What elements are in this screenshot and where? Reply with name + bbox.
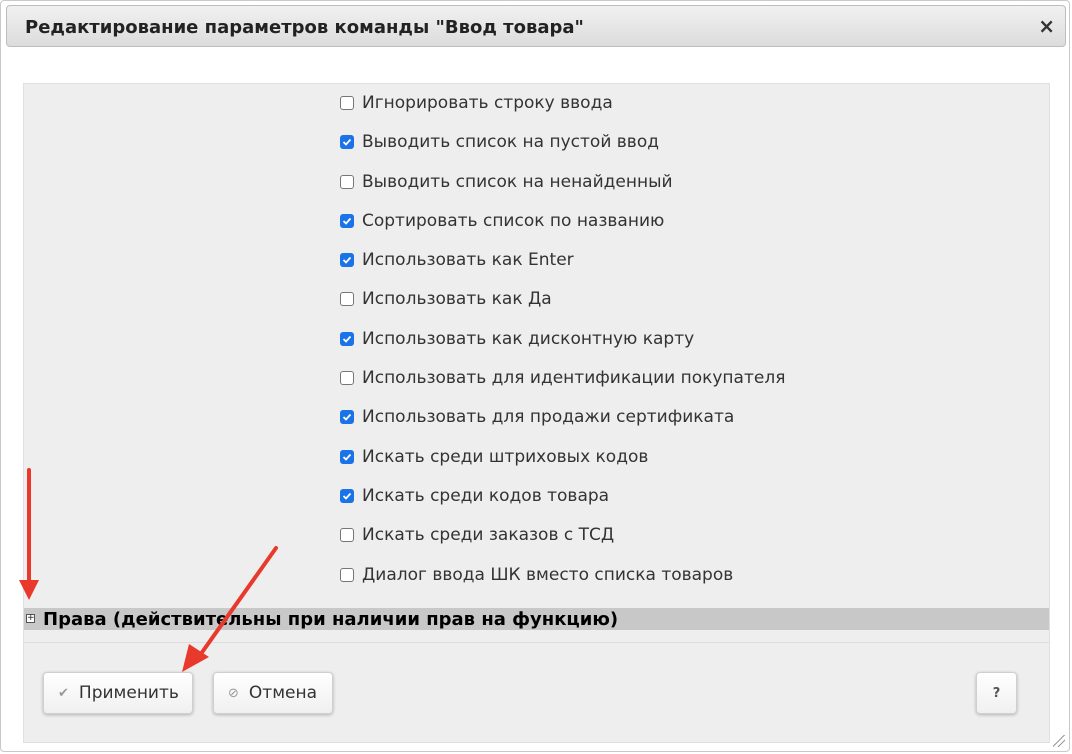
option-row[interactable]: Диалог ввода ШК вместо списка товаров [340,565,733,585]
checkmark-icon [342,413,352,421]
check-icon: ✔ [58,685,69,701]
checkmark-icon [342,217,352,225]
option-checkbox[interactable] [340,175,354,189]
option-row[interactable]: Искать среди штриховых кодов [340,447,648,467]
help-button[interactable]: ? [976,672,1017,714]
option-checkbox[interactable] [340,135,354,149]
option-checkbox[interactable] [340,332,354,346]
option-checkbox[interactable] [340,96,354,110]
option-row[interactable]: Использовать для продажи сертификата [340,407,734,427]
option-label[interactable]: Диалог ввода ШК вместо списка товаров [362,565,733,585]
option-row[interactable]: Игнорировать строку ввода [340,93,613,113]
option-checkbox[interactable] [340,214,354,228]
option-label[interactable]: Использовать для идентификации покупател… [362,368,785,388]
edit-command-dialog: Редактирование параметров команды "Ввод … [0,0,1070,752]
option-checkbox[interactable] [340,528,354,542]
option-label[interactable]: Использовать как Enter [362,250,574,270]
checkmark-icon [342,492,352,500]
option-row[interactable]: Выводить список на ненайденный [340,172,673,192]
option-row[interactable]: Использовать как дисконтную карту [340,329,694,349]
dialog-title: Редактирование параметров команды "Ввод … [25,17,584,38]
dialog-content: Игнорировать строку ввода Выводить список… [23,83,1050,743]
checkmark-icon [342,335,352,343]
checkmark-icon [342,138,352,146]
rights-section-title: Права (действительны при наличии прав на… [43,609,619,630]
cancel-button[interactable]: ⊘ Отмена [213,672,333,714]
option-label[interactable]: Использовать как Да [362,289,552,309]
ban-icon: ⊘ [228,685,239,701]
option-row[interactable]: Выводить список на пустой ввод [340,132,659,152]
option-label[interactable]: Сортировать список по названию [362,211,664,231]
option-row[interactable]: Искать среди кодов товара [340,486,609,506]
apply-button[interactable]: ✔ Применить [43,672,193,714]
option-row[interactable]: Использовать как Да [340,289,552,309]
option-checkbox[interactable] [340,253,354,267]
option-row[interactable]: Искать среди заказов с ТСД [340,525,614,545]
option-checkbox[interactable] [340,292,354,306]
option-label[interactable]: Выводить список на ненайденный [362,172,673,192]
option-label[interactable]: Искать среди штриховых кодов [362,447,648,467]
option-row[interactable]: Использовать как Enter [340,250,574,270]
close-icon[interactable]: × [1038,15,1055,37]
checkmark-icon [342,256,352,264]
checkmark-icon [342,453,352,461]
rights-section-header[interactable]: + Права (действительны при наличии прав … [24,608,1049,630]
option-checkbox[interactable] [340,489,354,503]
option-checkbox[interactable] [340,410,354,424]
dialog-titlebar[interactable]: Редактирование параметров команды "Ввод … [6,5,1066,47]
option-checkbox[interactable] [340,568,354,582]
expand-icon[interactable]: + [26,614,35,623]
footer-divider [24,642,1049,643]
option-row[interactable]: Использовать для идентификации покупател… [340,368,785,388]
option-label[interactable]: Игнорировать строку ввода [362,93,613,113]
option-row[interactable]: Сортировать список по названию [340,211,664,231]
apply-button-label: Применить [78,683,179,703]
option-checkbox[interactable] [340,450,354,464]
option-label[interactable]: Использовать для продажи сертификата [362,407,734,427]
resize-grip-icon[interactable] [1053,735,1065,747]
cancel-button-label: Отмена [248,683,318,703]
option-label[interactable]: Искать среди заказов с ТСД [362,525,614,545]
option-label[interactable]: Использовать как дисконтную карту [362,329,694,349]
option-label[interactable]: Искать среди кодов товара [362,486,609,506]
option-checkbox[interactable] [340,371,354,385]
option-label[interactable]: Выводить список на пустой ввод [362,132,659,152]
